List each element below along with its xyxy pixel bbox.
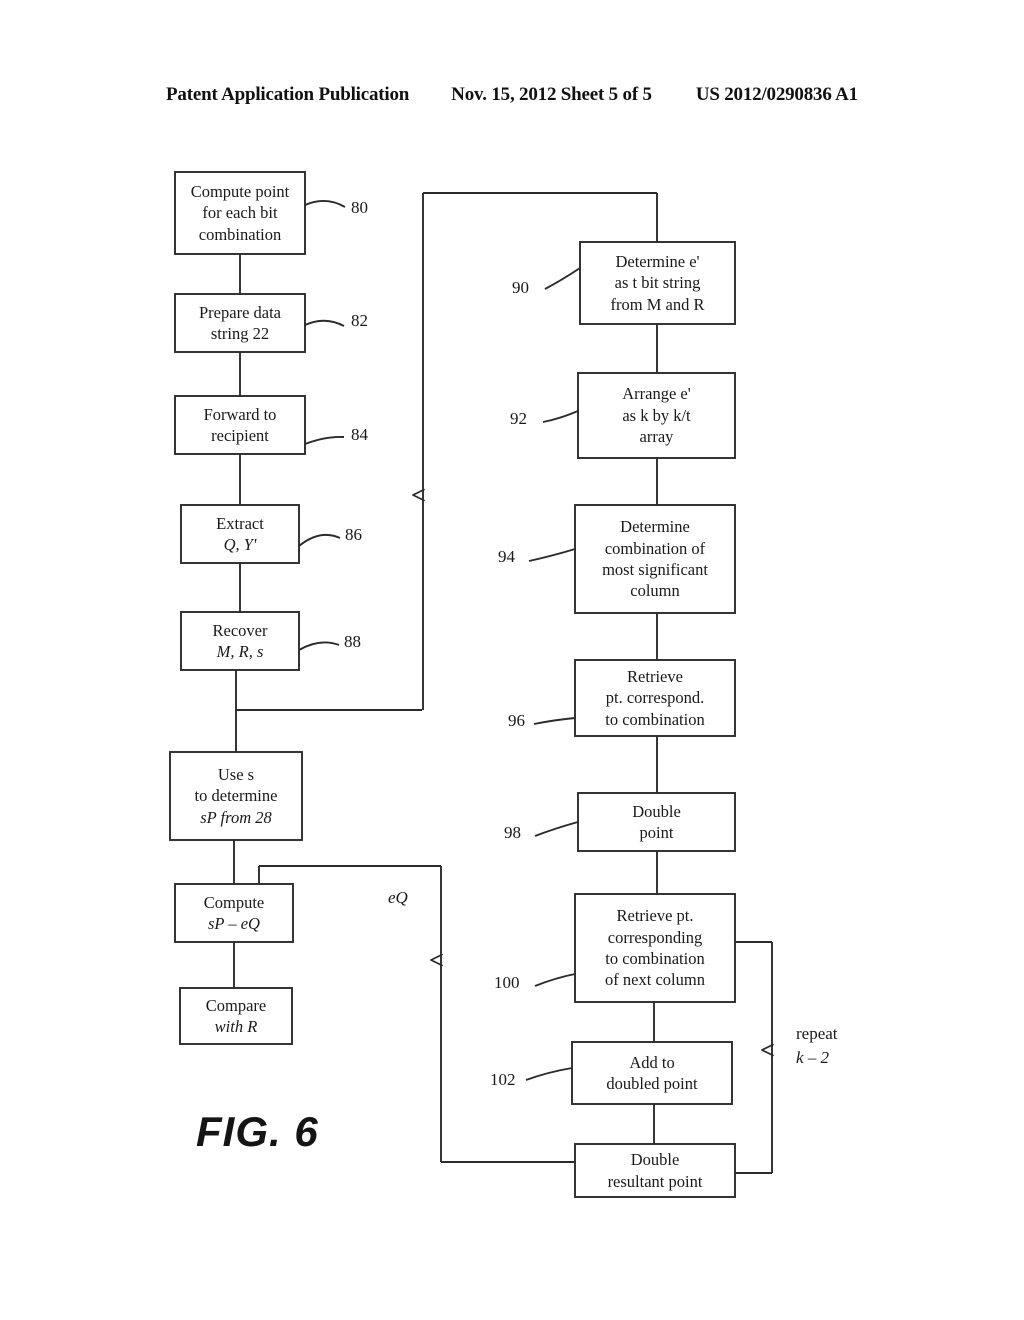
box-90-line-1: Determine e' bbox=[615, 251, 700, 271]
label-eq: eQ bbox=[388, 888, 408, 907]
box-98-line-1: Double bbox=[632, 801, 681, 821]
box-compare: Compare with R bbox=[180, 988, 292, 1044]
box-94-line-2: combination of bbox=[604, 538, 706, 558]
box-compute: Compute sP – eQ bbox=[175, 884, 293, 942]
leader-90 bbox=[544, 267, 581, 290]
box-100-line-2: corresponding bbox=[607, 927, 703, 947]
box-92: Arrange e' as k by k/t array bbox=[578, 373, 735, 458]
leader-98 bbox=[534, 821, 579, 837]
box-90: Determine e' as t bit string from M and … bbox=[580, 242, 735, 324]
label-repeat-line-2: k – 2 bbox=[796, 1048, 830, 1067]
box-96-line-3: to combination bbox=[605, 709, 705, 729]
leader-84 bbox=[304, 435, 345, 445]
box-double-resultant-line-1: Double bbox=[630, 1150, 680, 1170]
ref-numeral-98: 98 bbox=[504, 823, 521, 842]
box-use-s-line-2: to determine bbox=[194, 786, 278, 806]
box-92-line-2: as k by k/t bbox=[622, 405, 691, 425]
box-100-line-3: to combination bbox=[605, 949, 705, 968]
box-86-line-2: Q, Y' bbox=[223, 535, 257, 554]
ref-numeral-102: 102 bbox=[490, 1070, 516, 1089]
box-96: Retrieve pt. correspond. to combination bbox=[575, 660, 735, 736]
box-94-line-3: most significant bbox=[602, 560, 708, 579]
box-84-line-1: Forward to bbox=[203, 404, 277, 424]
ref-numeral-100: 100 bbox=[494, 973, 520, 992]
box-82: Prepare data string 22 bbox=[175, 294, 305, 352]
box-100-line-4: of next column bbox=[605, 970, 705, 990]
box-90-line-3: from M and R bbox=[610, 294, 705, 314]
ref-numeral-88: 88 bbox=[344, 632, 361, 651]
box-86-line-1: Extract bbox=[216, 513, 264, 533]
box-80-line-2: for each bit bbox=[202, 203, 278, 223]
box-90-line-2: as t bit string bbox=[614, 273, 701, 293]
box-88-line-2: M, R, s bbox=[216, 642, 264, 661]
ref-numeral-82: 82 bbox=[351, 311, 368, 330]
box-96-line-1: Retrieve bbox=[627, 666, 683, 686]
box-use-s-line-3: sP from 28 bbox=[200, 807, 272, 827]
box-compare-line-1: Compare bbox=[205, 995, 267, 1015]
leader-80 bbox=[304, 200, 346, 208]
box-100-line-1: Retrieve pt. bbox=[616, 906, 694, 926]
ref-numeral-86: 86 bbox=[345, 525, 362, 544]
box-86: Extract Q, Y' bbox=[181, 505, 299, 563]
ref-numeral-80: 80 bbox=[351, 198, 368, 217]
box-double-resultant-line-2: resultant point bbox=[607, 1171, 703, 1191]
leader-96 bbox=[533, 717, 576, 725]
box-82-line-2: string 22 bbox=[210, 324, 270, 343]
leader-88 bbox=[298, 641, 340, 651]
box-98-line-2: point bbox=[639, 823, 674, 842]
patent-figure-page: Patent Application Publication Nov. 15, … bbox=[0, 0, 1024, 1320]
box-102-line-2: doubled point bbox=[606, 1074, 698, 1093]
ref-numeral-84: 84 bbox=[351, 425, 368, 444]
ref-numeral-96: 96 bbox=[508, 711, 525, 730]
ref-numeral-92: 92 bbox=[510, 409, 527, 428]
label-repeat-line-1: repeat bbox=[796, 1024, 838, 1043]
box-compute-line-1: Compute bbox=[203, 892, 265, 912]
box-96-line-2: pt. correspond. bbox=[605, 688, 705, 708]
box-94-line-1: Determine bbox=[620, 517, 690, 537]
box-84: Forward to recipient bbox=[175, 396, 305, 454]
box-80-line-1: Compute point bbox=[190, 181, 290, 201]
box-double-resultant: Double resultant point bbox=[575, 1144, 735, 1197]
ref-numeral-94: 94 bbox=[498, 547, 515, 566]
box-94-line-4: column bbox=[630, 581, 680, 601]
box-92-line-1: Arrange e' bbox=[622, 384, 691, 404]
box-82-line-1: Prepare data bbox=[199, 302, 281, 322]
box-98: Double point bbox=[578, 793, 735, 851]
figure-caption: FIG. 6 bbox=[196, 1108, 319, 1155]
box-88-line-1: Recover bbox=[212, 620, 268, 640]
box-80: Compute point for each bit combination bbox=[175, 172, 305, 254]
leader-102 bbox=[525, 1067, 573, 1081]
box-88: Recover M, R, s bbox=[181, 612, 299, 670]
box-compare-line-2: with R bbox=[214, 1017, 258, 1036]
box-102: Add to doubled point bbox=[572, 1042, 732, 1104]
flowchart-graphics bbox=[169, 171, 774, 1198]
box-use-s-line-1: Use s bbox=[217, 764, 255, 784]
box-94: Determine combination of most significan… bbox=[575, 505, 735, 613]
leader-82 bbox=[304, 319, 345, 327]
box-compute-line-2: sP – eQ bbox=[208, 914, 260, 933]
leader-94 bbox=[528, 548, 576, 562]
box-102-line-1: Add to bbox=[629, 1052, 675, 1072]
box-80-line-3: combination bbox=[198, 224, 282, 244]
leader-86 bbox=[298, 533, 341, 547]
box-use-s: Use s to determine sP from 28 bbox=[170, 752, 302, 840]
box-84-line-2: recipient bbox=[211, 426, 269, 445]
box-100: Retrieve pt. corresponding to combinatio… bbox=[575, 894, 735, 1002]
leader-100 bbox=[534, 973, 576, 987]
leader-92 bbox=[542, 410, 579, 423]
ref-numeral-90: 90 bbox=[512, 278, 529, 297]
box-92-line-3: array bbox=[639, 427, 674, 447]
